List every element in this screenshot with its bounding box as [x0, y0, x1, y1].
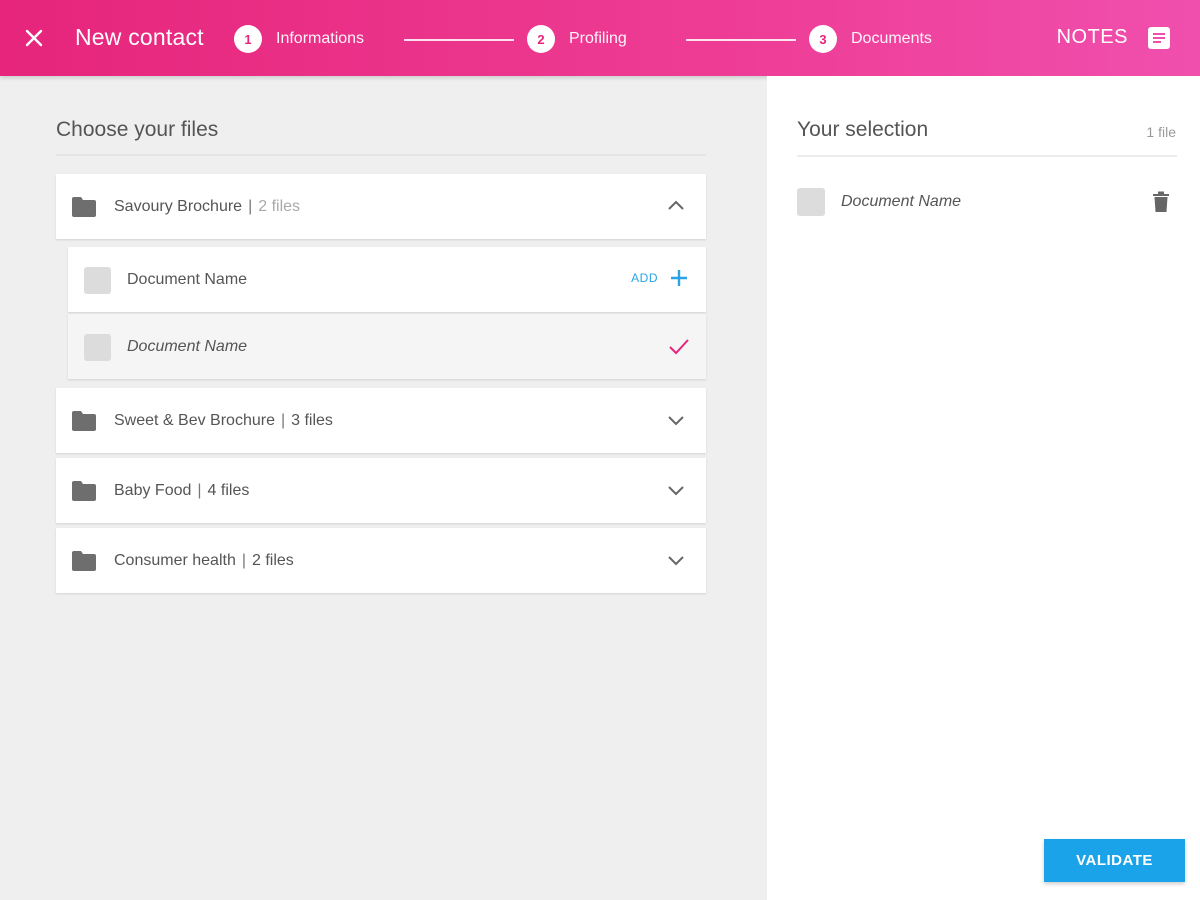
close-icon	[25, 29, 43, 47]
step-number: 1	[234, 25, 262, 53]
plus-icon	[671, 270, 687, 286]
step-label: Documents	[851, 30, 932, 47]
folder-baby-food[interactable]: Baby Food | 4 files	[56, 458, 706, 523]
divider	[797, 155, 1177, 157]
top-app-bar: New contact 1 Informations 2 Profiling 3…	[0, 0, 1200, 76]
chevron-down-icon	[668, 416, 684, 426]
document-checkbox[interactable]	[84, 334, 111, 361]
step-connector	[404, 39, 514, 41]
folder-icon	[72, 197, 96, 217]
document-checkbox[interactable]	[84, 267, 111, 294]
trash-icon[interactable]	[1152, 191, 1170, 213]
step-number: 3	[809, 25, 837, 53]
folder-icon	[72, 551, 96, 571]
step-label: Profiling	[569, 30, 627, 47]
folder-savoury-brochure[interactable]: Savoury Brochure | 2 files	[56, 174, 706, 239]
document-name: Document Name	[127, 270, 248, 288]
divider	[56, 154, 706, 156]
document-row-selected[interactable]: Document Name	[68, 314, 706, 379]
step-number: 2	[527, 25, 555, 53]
step-connector	[686, 39, 796, 41]
add-document-button[interactable]: ADD	[631, 269, 688, 287]
selection-title: Your selection	[797, 118, 929, 141]
section-title: Choose your files	[56, 118, 219, 141]
folder-label: Consumer health | 2 files	[114, 551, 294, 569]
folder-label: Savoury Brochure | 2 files	[114, 197, 301, 215]
step-label: Informations	[276, 30, 365, 47]
notes-button[interactable]: NOTES	[1057, 26, 1170, 49]
document-row[interactable]: Document Name ADD	[68, 247, 706, 312]
chevron-down-icon	[668, 486, 684, 496]
notes-icon	[1148, 26, 1170, 49]
folder-consumer-health[interactable]: Consumer health | 2 files	[56, 528, 706, 593]
folder-icon	[72, 481, 96, 501]
add-label: ADD	[631, 271, 658, 285]
close-button[interactable]	[18, 22, 50, 54]
selected-document-checkbox[interactable]	[797, 188, 825, 216]
folder-label: Baby Food | 4 files	[114, 481, 250, 499]
chevron-up-icon	[668, 200, 684, 210]
step-documents[interactable]: 3 Documents	[809, 25, 932, 53]
document-name: Document Name	[127, 337, 248, 355]
selection-panel: Your selection 1 file Document Name VALI…	[767, 76, 1200, 900]
folder-icon	[72, 411, 96, 431]
folder-sweet-bev-brochure[interactable]: Sweet & Bev Brochure | 3 files	[56, 388, 706, 453]
selected-document-name: Document Name	[841, 193, 962, 210]
selection-count: 1 file	[1146, 124, 1176, 140]
notes-label: NOTES	[1056, 26, 1128, 48]
folder-label: Sweet & Bev Brochure | 3 files	[114, 411, 333, 429]
validate-button[interactable]: VALIDATE	[1044, 839, 1185, 882]
step-profiling[interactable]: 2 Profiling	[527, 25, 627, 53]
step-informations[interactable]: 1 Informations	[234, 25, 364, 53]
check-icon	[669, 339, 689, 355]
chevron-down-icon	[668, 556, 684, 566]
page-title: New contact	[75, 24, 204, 50]
